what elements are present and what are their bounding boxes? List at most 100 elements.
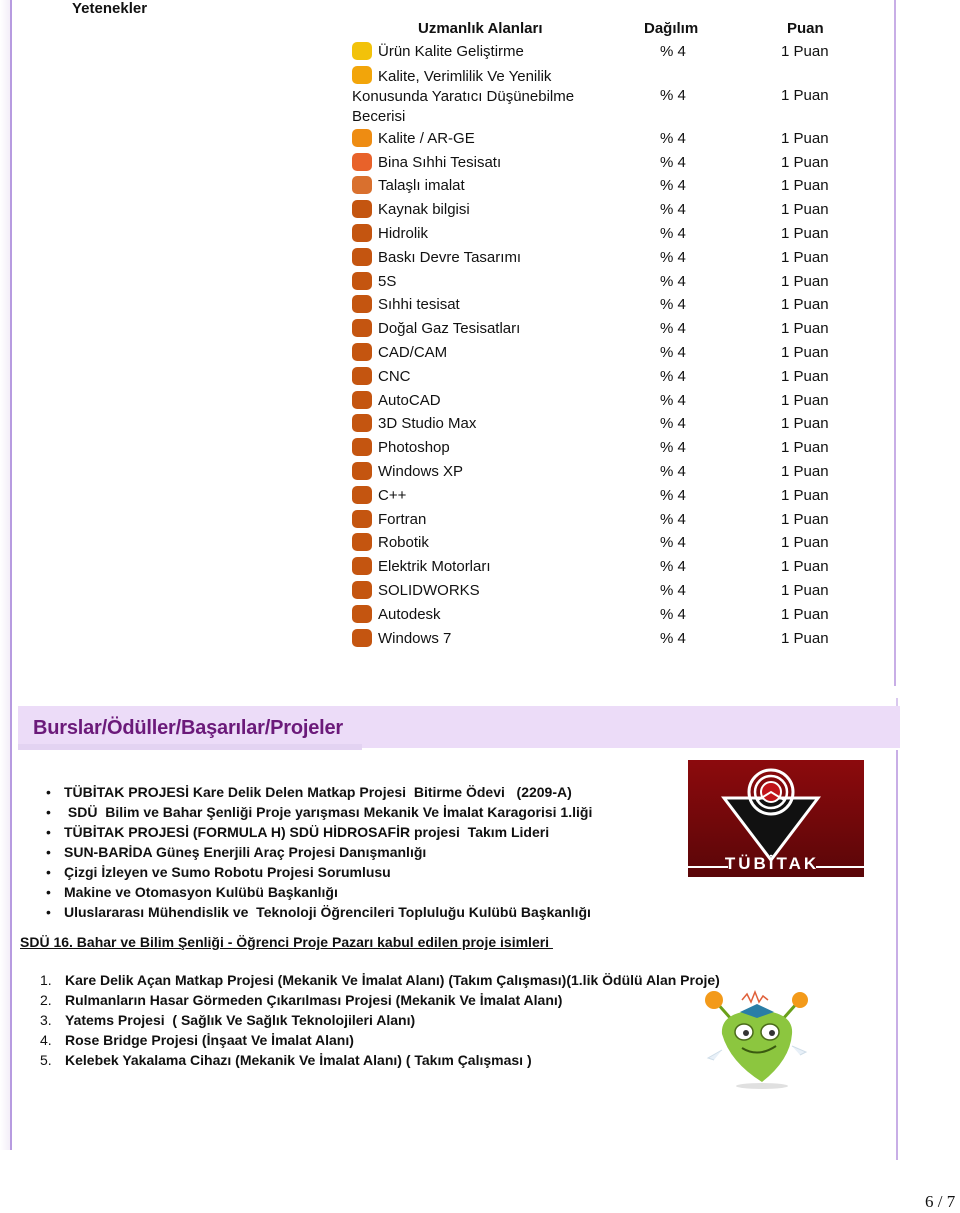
skill-color-swatch-icon — [352, 533, 372, 552]
skill-distribution: % 4 — [660, 129, 686, 147]
skill-label: Kalite, Verimlilik Ve Yenilik Konusunda … — [352, 67, 575, 125]
skill-label: Photoshop — [378, 439, 450, 457]
skills-table-header: Uzmanlık Alanları Dağılım Puan — [352, 18, 852, 40]
skill-distribution: % 4 — [660, 224, 686, 242]
project-number: 5. — [40, 1052, 52, 1068]
award-text: SUN-BARİDA Güneş Enerjili Araç Projesi D… — [64, 844, 427, 860]
page-frame-right-border — [894, 0, 896, 686]
skill-score: 1 Puan — [781, 391, 829, 409]
header-area: Uzmanlık Alanları — [418, 20, 543, 37]
skill-distribution: % 4 — [660, 534, 686, 552]
skill-distribution: % 4 — [660, 462, 686, 480]
skill-label: Doğal Gaz Tesisatları — [378, 320, 521, 338]
skill-color-swatch-icon — [352, 580, 372, 599]
skill-label: Kaynak bilgisi — [378, 201, 470, 219]
skill-distribution: % 4 — [660, 367, 686, 385]
skill-label: Hidrolik — [378, 224, 429, 242]
skill-distribution: % 4 — [660, 296, 686, 314]
skill-score: 1 Puan — [781, 605, 829, 623]
skill-label: Baskı Devre Tasarımı — [378, 248, 522, 266]
skill-score: 1 Puan — [781, 415, 829, 433]
skill-row: Doğal Gaz Tesisatları % 4 1 Puan — [352, 317, 852, 341]
skill-label: Sıhhi tesisat — [378, 296, 460, 314]
skill-color-swatch-icon — [352, 223, 372, 242]
skill-distribution: % 4 — [660, 605, 686, 623]
skill-color-swatch-icon — [352, 414, 372, 433]
skill-distribution: % 4 — [660, 415, 686, 433]
skill-color-swatch-icon — [352, 485, 372, 504]
projects-list: 1. Kare Delik Açan Matkap Projesi (Mekani… — [40, 970, 720, 1070]
skill-label: 5S — [378, 272, 397, 290]
skill-label: Ürün Kalite Geliştirme — [378, 43, 524, 60]
skill-color-swatch-icon — [352, 557, 372, 576]
skill-score: 1 Puan — [781, 558, 829, 576]
skills-table-body: Ürün Kalite Geliştirme % 4 1 Puan Kalite, V… — [352, 40, 852, 650]
header-score: Puan — [787, 20, 824, 37]
award-text: Uluslararası Mühendislik ve Teknoloji Öğ… — [64, 904, 591, 920]
skills-section-title: Yetenekler — [72, 0, 148, 17]
bullet-icon: • — [46, 844, 51, 860]
skill-label: Windows 7 — [378, 629, 452, 647]
skill-score: 1 Puan — [781, 486, 829, 504]
skill-color-swatch-icon — [352, 176, 372, 195]
skill-color-swatch-icon — [352, 461, 372, 480]
skill-label: Robotik — [378, 534, 429, 552]
skill-label: Windows XP — [378, 462, 464, 480]
page-frame-shadow — [0, 0, 10, 1150]
skill-color-swatch-icon — [352, 152, 372, 171]
skill-distribution: % 4 — [660, 391, 686, 409]
skill-score: 1 Puan — [781, 462, 829, 480]
skill-score: 1 Puan — [781, 510, 829, 528]
skill-row: Ürün Kalite Geliştirme % 4 1 Puan — [352, 40, 852, 64]
award-item: • TÜBİTAK PROJESİ Kare Delik Delen Matkap… — [46, 782, 592, 802]
award-item: • Çizgi İzleyen ve Sumo Robotu Projesi So… — [46, 862, 592, 882]
project-number: 4. — [40, 1032, 52, 1048]
skill-distribution: % 4 — [660, 248, 686, 266]
skill-row: Photoshop % 4 1 Puan — [352, 436, 852, 460]
project-item: 1. Kare Delik Açan Matkap Projesi (Mekani… — [40, 970, 720, 990]
skill-distribution: % 4 — [660, 581, 686, 599]
skill-score: 1 Puan — [781, 581, 829, 599]
skill-color-swatch-icon — [352, 128, 372, 147]
project-item: 5. Kelebek Yakalama Cihazı (Mekanik Ve İm… — [40, 1050, 720, 1070]
skill-score: 1 Puan — [781, 201, 829, 219]
project-text: Kelebek Yakalama Cihazı (Mekanik Ve İmal… — [65, 1052, 532, 1068]
page-frame-right-border — [896, 750, 898, 1160]
skill-label: Elektrik Motorları — [378, 558, 491, 576]
award-item: • SDÜ Bilim ve Bahar Şenliği Proje yarış… — [46, 802, 592, 822]
skill-distribution: % 4 — [660, 629, 686, 647]
skill-row: Hidrolik % 4 1 Puan — [352, 222, 852, 246]
award-item: • Makine ve Otomasyon Kulübü Başkanlığı — [46, 882, 592, 902]
awards-list: • TÜBİTAK PROJESİ Kare Delik Delen Matkap… — [46, 782, 592, 922]
skill-score: 1 Puan — [781, 367, 829, 385]
skill-row: Kalite / AR-GE % 4 1 Puan — [352, 127, 852, 151]
skill-row: Robotik % 4 1 Puan — [352, 531, 852, 555]
skill-row: Baskı Devre Tasarımı % 4 1 Puan — [352, 246, 852, 270]
skill-color-swatch-icon — [352, 247, 372, 266]
bullet-icon: • — [46, 804, 51, 820]
tubitak-logo-text: TÜBİTAK — [725, 854, 819, 873]
bullet-icon: • — [46, 904, 51, 920]
tubitak-logo: TÜBİTAK — [688, 760, 864, 877]
skill-score: 1 Puan — [781, 534, 829, 552]
project-text: Kare Delik Açan Matkap Projesi (Mekanik … — [65, 972, 720, 988]
skill-row: Sıhhi tesisat % 4 1 Puan — [352, 293, 852, 317]
skill-score: 1 Puan — [781, 224, 829, 242]
skill-distribution: % 4 — [660, 320, 686, 338]
award-item: • TÜBİTAK PROJESİ (FORMULA H) SDÜ HİDROSA… — [46, 822, 592, 842]
skill-row: 5S % 4 1 Puan — [352, 270, 852, 294]
skill-distribution: % 4 — [660, 201, 686, 219]
skill-distribution: % 4 — [660, 153, 686, 171]
skill-row: Bina Sıhhi Tesisatı % 4 1 Puan — [352, 151, 852, 175]
skill-label: Talaşlı imalat — [378, 177, 465, 195]
page-frame-left-border — [10, 0, 12, 1150]
skill-row: Autodesk % 4 1 Puan — [352, 603, 852, 627]
project-item: 2. Rulmanların Hasar Görmeden Çıkarılması… — [40, 990, 720, 1010]
award-item: • SUN-BARİDA Güneş Enerjili Araç Projesi … — [46, 842, 592, 862]
skill-color-swatch-icon — [352, 604, 372, 623]
skill-distribution: % 4 — [660, 43, 686, 60]
skill-row: CNC % 4 1 Puan — [352, 365, 852, 389]
project-number: 2. — [40, 992, 52, 1008]
skill-score: 1 Puan — [781, 629, 829, 647]
skill-score: 1 Puan — [781, 153, 829, 171]
